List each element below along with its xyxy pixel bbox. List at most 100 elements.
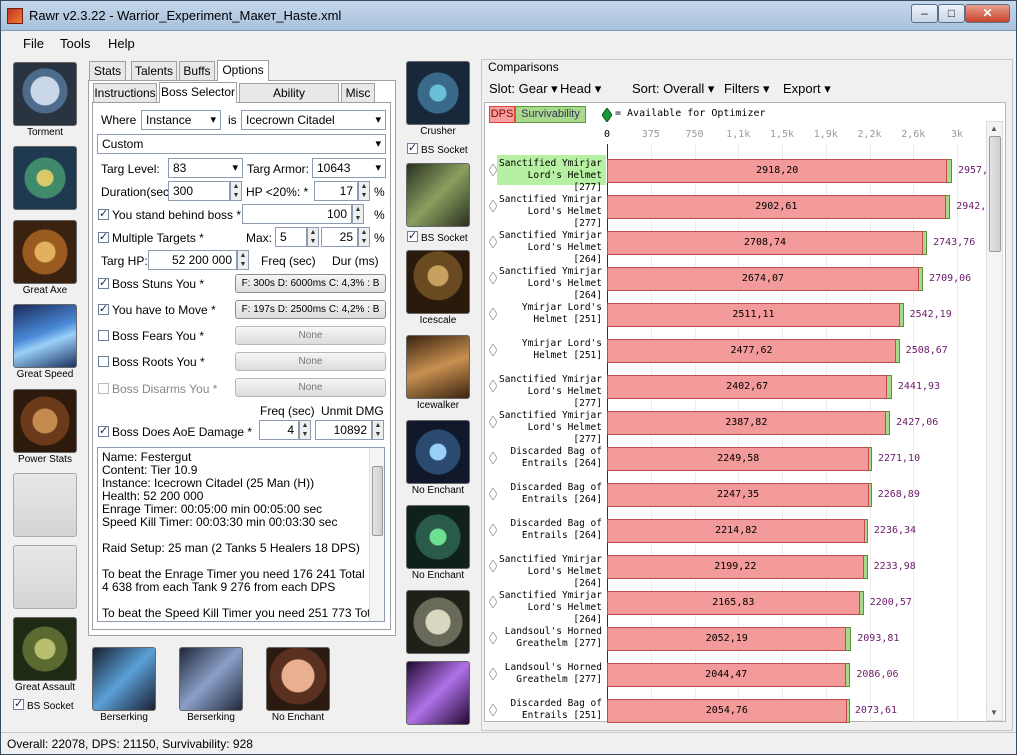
aoe-freq-stepper[interactable]: ▲ ▼ <box>299 420 311 440</box>
gear-slot-back[interactable]: Great Speed <box>12 304 78 380</box>
gear-slot-trinket1[interactable] <box>405 590 471 654</box>
optimizer-gem-icon[interactable] <box>489 272 497 284</box>
boss-fears-button[interactable]: None <box>235 326 386 345</box>
aoe-dmg-field[interactable]: 10892 <box>315 420 372 440</box>
gear-slot-feet[interactable]: Icewalker <box>405 335 471 411</box>
gear-slot-chest[interactable]: Power Stats <box>12 389 78 465</box>
aoe-freq-field[interactable]: 4 <box>259 420 299 440</box>
boss-info-textbox[interactable]: Name: Festergut Content: Tier 10.9 Insta… <box>97 447 385 622</box>
checkbox[interactable] <box>98 424 109 437</box>
comparison-row[interactable]: Discarded Bag of Entrails [264] 2247,35 22… <box>485 476 985 512</box>
where-select[interactable]: Instance <box>141 110 221 130</box>
boss-stuns-toggle[interactable]: Boss Stuns You * <box>98 276 204 291</box>
comparison-row[interactable]: Landsoul's Horned Greathelm [277] 2052,19… <box>485 620 985 656</box>
comparison-row[interactable]: Sanctified Ymirjar Lord's Helmet [277] 29… <box>485 152 988 193</box>
multiple-targets-toggle[interactable]: Multiple Targets * <box>98 230 204 245</box>
gear-slot-hands[interactable]: Crusher <box>405 61 471 137</box>
scroll-thumb[interactable] <box>989 136 1001 252</box>
targ-hp-stepper[interactable]: ▲ ▼ <box>237 250 249 270</box>
checkbox[interactable] <box>13 697 24 710</box>
sort-dropdown[interactable]: Sort: Overall ▾ <box>632 81 714 97</box>
checkbox[interactable] <box>407 141 418 154</box>
behind-boss-stepper[interactable]: ▲ ▼ <box>352 204 364 224</box>
targ-level-select[interactable]: 83 <box>168 158 243 178</box>
checkbox[interactable] <box>98 230 109 243</box>
move-button[interactable]: F: 197s D: 2500ms C: 4,2% : B <box>235 300 386 319</box>
checkbox[interactable] <box>98 207 109 220</box>
tab-ability-maintenance[interactable]: Ability Maintenance <box>239 83 339 118</box>
boss-stuns-button[interactable]: F: 300s D: 6000ms C: 4,3% : B <box>235 274 386 293</box>
comparison-row[interactable]: Discarded Bag of Entrails [264] 2249,58 22… <box>485 440 985 476</box>
max-targets-stepper[interactable]: ▲ ▼ <box>307 227 319 247</box>
boss-disarms-toggle[interactable]: Boss Disarms You * <box>98 382 217 396</box>
tab-instructions[interactable]: Instructions <box>93 83 157 103</box>
gear-slot-main-hand[interactable]: Berserking <box>91 647 157 723</box>
aoe-dmg-stepper[interactable]: ▲ ▼ <box>372 420 384 440</box>
gear-slot-wrist[interactable]: Great Assault <box>12 617 78 693</box>
behind-boss-field[interactable]: 100 <box>242 204 352 224</box>
max-targets-field[interactable]: 5 <box>275 227 307 247</box>
gear-slot-finger2[interactable]: No Enchant <box>405 505 471 581</box>
optimizer-gem-icon[interactable] <box>489 380 497 392</box>
checkbox[interactable] <box>98 330 109 341</box>
gear-slot-tabard[interactable] <box>12 545 78 609</box>
boss-roots-toggle[interactable]: Boss Roots You * <box>98 355 205 369</box>
optimizer-gem-icon[interactable] <box>489 668 497 680</box>
info-scrollbar[interactable] <box>369 448 384 621</box>
comparison-row[interactable]: Discarded Bag of Entrails [264] 2214,82 22… <box>485 512 985 548</box>
export-dropdown[interactable]: Export ▾ <box>783 81 831 97</box>
bs-socket-toggle[interactable]: BS Socket <box>407 229 468 244</box>
targ-hp-field[interactable]: 52 200 000 <box>148 250 237 270</box>
head-dropdown[interactable]: Head ▾ <box>560 81 601 97</box>
tab-buffs[interactable]: Buffs <box>179 61 215 81</box>
gear-slot-waist[interactable] <box>405 163 471 227</box>
boss-roots-button[interactable]: None <box>235 352 386 371</box>
optimizer-gem-icon[interactable] <box>489 164 497 176</box>
checkbox[interactable] <box>98 383 109 394</box>
comparison-row[interactable]: Sanctified Ymirjar Lord's Helmet [277] 24… <box>485 368 985 409</box>
menu-help[interactable]: Help <box>108 36 135 51</box>
comparison-row[interactable]: Sanctified Ymirjar Lord's Helmet [264] 26… <box>485 260 985 301</box>
scroll-thumb[interactable] <box>372 466 383 536</box>
boss-select[interactable]: Custom <box>97 134 386 154</box>
bs-socket-toggle[interactable]: BS Socket <box>13 697 74 712</box>
close-button[interactable]: ✕ <box>965 4 1010 23</box>
menu-tools[interactable]: Tools <box>60 36 90 51</box>
bs-socket-toggle[interactable]: BS Socket <box>407 141 468 156</box>
checkbox[interactable] <box>98 276 109 289</box>
comparison-row[interactable]: Ymirjar Lord's Helmet [251] 2511,11 2542,1… <box>485 296 985 332</box>
optimizer-gem-icon[interactable] <box>489 596 497 608</box>
gear-slot-shirt[interactable] <box>12 473 78 537</box>
filters-dropdown[interactable]: Filters ▾ <box>724 81 770 97</box>
optimizer-gem-icon[interactable] <box>489 452 497 464</box>
comparison-row[interactable]: Landsoul's Horned Greathelm [277] 2044,47… <box>485 656 985 692</box>
behind-boss-toggle[interactable]: You stand behind boss * <box>98 207 241 222</box>
tab-boss-selector[interactable]: Boss Selector <box>159 82 237 103</box>
tab-stats[interactable]: Stats <box>89 61 126 81</box>
gear-slot-trinket2[interactable] <box>405 661 471 725</box>
hp20-stepper[interactable]: ▲ ▼ <box>358 181 370 201</box>
optimizer-gem-icon[interactable] <box>489 560 497 572</box>
gear-slot-finger1[interactable]: No Enchant <box>405 420 471 496</box>
gear-slot-off-hand[interactable]: Berserking <box>178 647 244 723</box>
gear-slot-legs[interactable]: Icescale <box>405 250 471 326</box>
boss-disarms-button[interactable]: None <box>235 378 386 397</box>
gear-slot-head[interactable]: Torment <box>12 62 78 138</box>
checkbox[interactable] <box>98 302 109 315</box>
scroll-down-icon[interactable]: ▼ <box>990 708 998 717</box>
tab-misc[interactable]: Misc <box>341 83 375 103</box>
minimize-button[interactable]: – <box>911 4 938 23</box>
comparison-row[interactable]: Sanctified Ymirjar Lord's Helmet [264] 21… <box>485 548 985 589</box>
duration-field[interactable]: 300 <box>168 181 230 201</box>
boss-fears-toggle[interactable]: Boss Fears You * <box>98 329 204 343</box>
optimizer-gem-icon[interactable] <box>489 632 497 644</box>
checkbox[interactable] <box>98 356 109 367</box>
multi-targets-pct-field[interactable]: 25 <box>321 227 358 247</box>
targ-armor-select[interactable]: 10643 <box>312 158 386 178</box>
comparison-row[interactable]: Sanctified Ymirjar Lord's Helmet [277] 23… <box>485 404 985 445</box>
optimizer-gem-icon[interactable] <box>489 200 497 212</box>
maximize-button[interactable]: □ <box>938 4 965 23</box>
chart-scrollbar[interactable]: ▲ ▼ <box>986 121 1003 721</box>
slot-gear-dropdown[interactable]: Slot: Gear ▾ <box>489 81 558 97</box>
optimizer-gem-icon[interactable] <box>489 416 497 428</box>
